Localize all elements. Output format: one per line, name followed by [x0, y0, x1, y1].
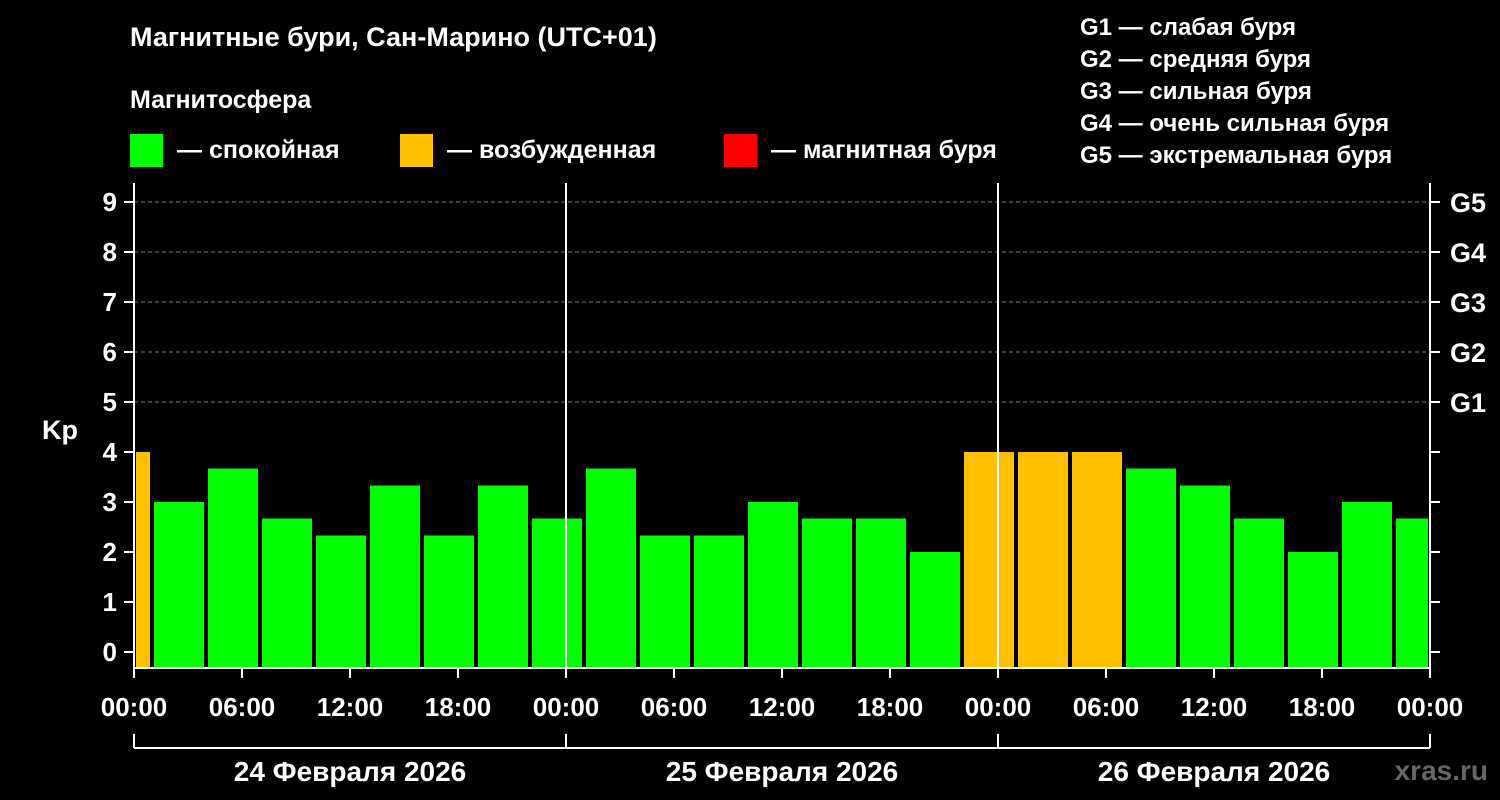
- kp-bar: [1126, 468, 1176, 668]
- kp-bar: [208, 468, 258, 668]
- y-tick-label: 0: [103, 637, 117, 667]
- x-tick-label: 00:00: [101, 692, 168, 722]
- kp-bar: [1072, 452, 1122, 668]
- x-tick-label: 00:00: [965, 692, 1032, 722]
- y-tick-label: 3: [103, 487, 117, 517]
- x-tick-label: 00:00: [1397, 692, 1464, 722]
- y-axis-label: Kp: [42, 415, 78, 445]
- kp-bar: [964, 452, 1014, 668]
- g-tick-label: G1: [1450, 388, 1486, 418]
- kp-bar: [532, 518, 582, 668]
- y-tick-label: 7: [103, 287, 117, 317]
- y-tick-label: 9: [103, 187, 117, 217]
- kp-bar: [1180, 485, 1230, 668]
- kp-bar: [1342, 502, 1392, 668]
- y-tick-label: 5: [103, 387, 117, 417]
- x-tick-label: 18:00: [1289, 692, 1356, 722]
- day-label: 24 Февраля 2026: [234, 756, 466, 787]
- kp-bar: [856, 518, 906, 668]
- x-tick-label: 12:00: [1181, 692, 1248, 722]
- kp-bar: [136, 452, 150, 668]
- x-tick-label: 18:00: [425, 692, 492, 722]
- kp-bar: [586, 468, 636, 668]
- kp-bar: [478, 485, 528, 668]
- x-tick-label: 00:00: [533, 692, 600, 722]
- kp-bar: [262, 518, 312, 668]
- y-tick-label: 4: [103, 437, 118, 467]
- kp-chart: 0 1 2 3 4 5 6 7 8 9 G1 G2 G3 G4 G5 Kp 00:00 06:00 12:00 18:…: [42, 183, 1486, 787]
- kp-bar: [154, 502, 204, 668]
- kp-bar: [370, 485, 420, 668]
- kp-bar: [802, 518, 852, 668]
- x-tick-label: 06:00: [1073, 692, 1140, 722]
- x-tick-label: 12:00: [749, 692, 816, 722]
- kp-bar: [1018, 452, 1068, 668]
- kp-bar: [1234, 518, 1284, 668]
- g-tick-label: G5: [1450, 188, 1486, 218]
- y-tick-label: 2: [103, 537, 117, 567]
- y-tick-label: 1: [103, 587, 117, 617]
- kp-bar: [640, 535, 690, 668]
- day-label: 25 Февраля 2026: [666, 756, 898, 787]
- kp-bar: [910, 552, 960, 668]
- x-tick-label: 12:00: [317, 692, 384, 722]
- kp-bar: [1288, 552, 1338, 668]
- kp-bar: [424, 535, 474, 668]
- x-tick-label: 18:00: [857, 692, 924, 722]
- g-tick-label: G3: [1450, 288, 1486, 318]
- day-label: 26 Февраля 2026: [1098, 756, 1330, 787]
- kp-bar: [694, 535, 744, 668]
- kp-bar: [1396, 518, 1428, 668]
- y-tick-label: 8: [103, 237, 117, 267]
- kp-bar: [748, 502, 798, 668]
- kp-bar: [316, 535, 366, 668]
- y-tick-label: 6: [103, 337, 117, 367]
- g-tick-label: G4: [1450, 238, 1486, 268]
- x-tick-label: 06:00: [641, 692, 708, 722]
- watermark: xras.ru: [1394, 755, 1488, 786]
- x-tick-label: 06:00: [209, 692, 276, 722]
- g-tick-label: G2: [1450, 338, 1486, 368]
